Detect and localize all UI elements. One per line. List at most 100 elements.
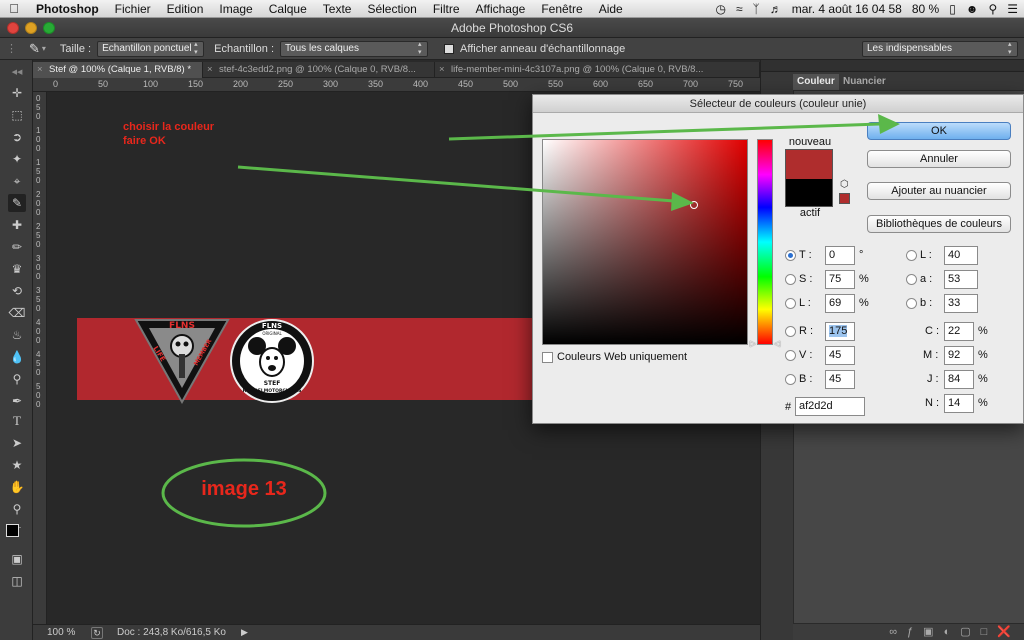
magic-wand-tool-icon[interactable]: ✦ [8, 150, 26, 168]
lab-b-input[interactable]: 33 [944, 294, 978, 313]
quick-mask-icon[interactable]: ▣ [8, 550, 26, 568]
blue-input[interactable]: 45 [825, 370, 855, 389]
pen-tool-icon[interactable]: ✒ [8, 392, 26, 410]
lab-a-input[interactable]: 53 [944, 270, 978, 289]
magenta-input[interactable]: 92 [944, 346, 974, 365]
tab-document-stef[interactable]: × Stef @ 100% (Calque 1, RVB/8) * [33, 62, 203, 78]
trash-icon[interactable]: ❌ [997, 626, 1021, 638]
blue-radio[interactable] [785, 374, 796, 385]
bluetooth-icon[interactable]: ᛉ [753, 2, 760, 16]
clock[interactable]: mar. 4 août 16 04 58 [792, 2, 902, 16]
volume-icon[interactable]: ♬ [770, 2, 782, 16]
tab-color[interactable]: Couleur [793, 74, 839, 90]
type-tool-icon[interactable]: T [8, 412, 26, 430]
status-menu-arrow-icon[interactable]: ▶ [241, 627, 248, 638]
menu-help[interactable]: Aide [591, 2, 631, 16]
menu-file[interactable]: Fichier [107, 2, 159, 16]
battery-icon[interactable]: ▯ [949, 2, 956, 16]
tab-swatches[interactable]: Nuancier [839, 74, 890, 90]
hue-slider-left-handle[interactable]: ▷ [750, 339, 756, 348]
minimize-window-button[interactable] [25, 22, 37, 34]
saturation-radio[interactable] [785, 274, 796, 285]
hue-input[interactable]: 0 [825, 246, 855, 265]
size-select[interactable]: Echantillon ponctuel [97, 40, 205, 57]
spotlight-icon[interactable]: ⚲ [988, 2, 997, 16]
red-radio[interactable] [785, 326, 796, 337]
hue-slider-right-handle[interactable]: ◁ [774, 339, 780, 348]
menu-select[interactable]: Sélection [359, 2, 424, 16]
eyedropper-preset-icon[interactable]: ✎ [29, 41, 40, 57]
close-icon[interactable]: × [207, 62, 213, 78]
hand-tool-icon[interactable]: ✋ [8, 478, 26, 496]
new-layer-icon[interactable]: □ [981, 626, 998, 638]
cyan-input[interactable]: 22 [944, 322, 974, 341]
fx-icon[interactable]: ƒ [907, 626, 923, 638]
chevron-down-icon[interactable]: ▾ [42, 44, 46, 53]
path-select-tool-icon[interactable]: ➤ [8, 434, 26, 452]
adjustment-icon[interactable]: ◐ [944, 626, 961, 638]
screen-mode-icon[interactable]: ◫ [8, 572, 26, 590]
list-icon[interactable]: ☰ [1007, 2, 1018, 16]
user-icon[interactable]: ☻ [966, 2, 979, 16]
foreground-color-swatch[interactable] [6, 524, 19, 537]
web-safe-swatch[interactable] [839, 193, 850, 204]
green-input[interactable]: 45 [825, 346, 855, 365]
menu-window[interactable]: Fenêtre [533, 2, 590, 16]
zoom-level[interactable]: 100 % [47, 627, 87, 638]
blur-tool-icon[interactable]: 💧 [8, 348, 26, 366]
add-to-swatches-button[interactable]: Ajouter au nuancier [867, 182, 1011, 200]
crop-tool-icon[interactable]: ⌖ [8, 172, 26, 190]
red-input[interactable]: 175 [825, 322, 855, 341]
stamp-tool-icon[interactable]: ♛ [8, 260, 26, 278]
menu-filter[interactable]: Filtre [425, 2, 468, 16]
ok-button[interactable]: OK [867, 122, 1011, 140]
saturation-brightness-field[interactable] [542, 139, 748, 345]
lab-a-radio[interactable] [906, 274, 917, 285]
web-colors-checkbox[interactable] [542, 352, 553, 363]
ring-checkbox[interactable] [444, 43, 455, 54]
zoom-window-button[interactable] [43, 22, 55, 34]
lab-l-input[interactable]: 40 [944, 246, 978, 265]
close-icon[interactable]: × [37, 62, 43, 78]
cube-icon[interactable]: ⬡ [840, 179, 849, 190]
move-tool-icon[interactable]: ✛ [8, 84, 26, 102]
brush-tool-icon[interactable]: ✏ [8, 238, 26, 256]
wifi-icon[interactable]: ≈ [736, 2, 743, 16]
zoom-tool-icon[interactable]: ⚲ [8, 500, 26, 518]
link-layers-icon[interactable]: ∞ [889, 626, 907, 638]
hex-input[interactable]: af2d2d [795, 397, 865, 416]
lasso-tool-icon[interactable]: ➲ [8, 128, 26, 146]
black-input[interactable]: 14 [944, 394, 974, 413]
eyedropper-tool-icon[interactable]: ✎ [8, 194, 26, 212]
menu-edit[interactable]: Edition [159, 2, 212, 16]
sample-select[interactable]: Tous les calques [280, 40, 429, 57]
menu-layer[interactable]: Calque [261, 2, 315, 16]
tab-document-life-member[interactable]: × life-member-mini-4c3107a.png @ 100% (C… [435, 62, 760, 78]
menu-image[interactable]: Image [211, 2, 260, 16]
workspace-select[interactable]: Les indispensables [862, 41, 1018, 57]
share-icon[interactable]: ↻ [91, 626, 103, 639]
saturation-input[interactable]: 75 [825, 270, 855, 289]
brightness-input[interactable]: 69 [825, 294, 855, 313]
bucket-tool-icon[interactable]: ♨ [8, 326, 26, 344]
tab-document-stef-png[interactable]: × stef-4c3edd2.png @ 100% (Calque 0, RVB… [203, 62, 435, 78]
brightness-radio[interactable] [785, 298, 796, 309]
battery-percent[interactable]: 80 % [912, 2, 939, 16]
history-brush-tool-icon[interactable]: ⟲ [8, 282, 26, 300]
marquee-tool-icon[interactable]: ⬚ [8, 106, 26, 124]
healing-tool-icon[interactable]: ✚ [8, 216, 26, 234]
color-libraries-button[interactable]: Bibliothèques de couleurs [867, 215, 1011, 233]
cancel-button[interactable]: Annuler [867, 150, 1011, 168]
dodge-tool-icon[interactable]: ⚲ [8, 370, 26, 388]
apple-icon[interactable]:  [0, 1, 28, 16]
close-icon[interactable]: × [439, 62, 445, 78]
mask-icon[interactable]: ▣ [923, 626, 943, 638]
hue-radio[interactable] [785, 250, 796, 261]
green-radio[interactable] [785, 350, 796, 361]
lab-l-radio[interactable] [906, 250, 917, 261]
shape-tool-icon[interactable]: ★ [8, 456, 26, 474]
yellow-input[interactable]: 84 [944, 370, 974, 389]
lab-b-radio[interactable] [906, 298, 917, 309]
close-window-button[interactable] [7, 22, 19, 34]
panel-collapse-icon[interactable]: ◀◀ [8, 64, 26, 82]
